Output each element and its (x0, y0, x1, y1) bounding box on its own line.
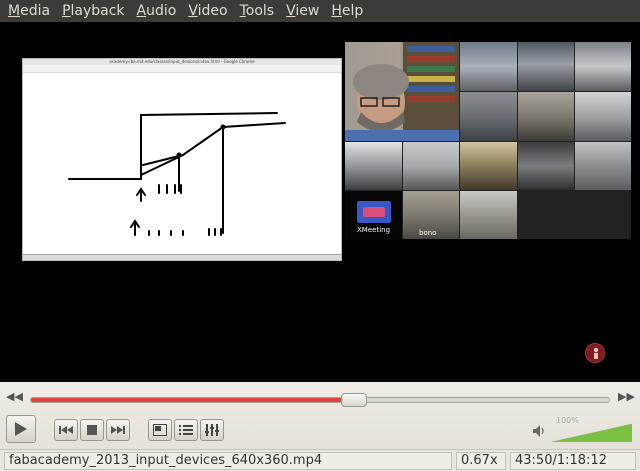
camera-bono: bono (403, 191, 459, 239)
playlist-icon (179, 425, 193, 435)
camera-site-2 (460, 42, 517, 91)
camera-site-11 (518, 142, 574, 190)
next-button[interactable] (106, 419, 130, 441)
camera-xmeeting: XMeeting (345, 191, 402, 239)
video-conference-grid: XMeeting bono (345, 42, 631, 239)
menu-view-rest: iew (295, 3, 320, 19)
camera-site-12 (575, 142, 631, 190)
xmeeting-label: XMeeting (357, 226, 391, 234)
shared-screen-taskbar (23, 254, 341, 260)
stop-icon (87, 425, 97, 435)
menu-video-mnemonic: V (188, 3, 198, 19)
camera-site-8 (345, 142, 402, 190)
shared-screen-toolbar (23, 65, 341, 73)
menu-playback-rest: layback (70, 3, 125, 19)
camera-site-5 (460, 92, 517, 141)
seek-bar-handle[interactable] (341, 393, 368, 407)
menu-tools-rest: ools (245, 3, 275, 19)
next-icon (111, 426, 125, 434)
camera-speaker (345, 42, 459, 141)
menu-help[interactable]: Help (325, 0, 369, 22)
shared-screen-image: academy.cba.mit.edu/classes/input_device… (22, 58, 342, 261)
seek-bar-progress (31, 398, 355, 402)
play-icon (15, 422, 27, 436)
menu-playback-mnemonic: P (62, 3, 71, 19)
extended-settings-button[interactable] (200, 419, 224, 441)
fullscreen-button[interactable] (148, 419, 172, 441)
menu-view-mnemonic: V (286, 3, 296, 19)
video-area[interactable]: academy.cba.mit.edu/classes/input_device… (0, 22, 640, 382)
camera-site-13 (460, 191, 517, 239)
menu-audio[interactable]: Audio (131, 0, 183, 22)
camera-site-4 (575, 42, 631, 91)
seek-forward-icon[interactable]: ▶▶ (618, 390, 635, 403)
menu-audio-rest: udio (146, 3, 177, 19)
xmeeting-logo (357, 201, 391, 223)
volume-control: 100% (530, 416, 634, 444)
bono-label: bono (419, 229, 437, 237)
menu-view[interactable]: View (280, 0, 325, 22)
menu-video[interactable]: Video (182, 0, 233, 22)
seek-row: ◀◀ ▶▶ (0, 387, 640, 407)
volume-slider[interactable] (552, 424, 632, 442)
camera-site-10 (460, 142, 517, 190)
menu-video-rest: ideo (197, 3, 228, 19)
seek-bar[interactable] (30, 393, 610, 407)
menu-media[interactable]: Media (2, 0, 56, 22)
previous-button[interactable] (54, 419, 78, 441)
whiteboard-drawing (68, 112, 286, 236)
seek-back-icon[interactable]: ◀◀ (6, 390, 23, 403)
speaker-figure (345, 42, 459, 141)
status-time[interactable]: 43:50/1:18:12 (510, 452, 636, 470)
camera-site-7 (575, 92, 631, 141)
figure-icon (593, 347, 599, 359)
status-speed[interactable]: 0.67x (456, 452, 506, 470)
previous-icon (59, 426, 73, 434)
menu-playback[interactable]: Playback (56, 0, 130, 22)
playlist-button[interactable] (174, 419, 198, 441)
camera-site-6 (518, 92, 574, 141)
stop-button[interactable] (80, 419, 104, 441)
menu-media-rest: edia (20, 3, 51, 19)
equalizer-icon (205, 424, 219, 436)
fullscreen-icon (153, 424, 167, 436)
menu-audio-mnemonic: A (136, 3, 147, 19)
menu-media-mnemonic: M (8, 3, 21, 19)
camera-site-9 (403, 142, 459, 190)
recording-badge-icon (585, 343, 605, 363)
speaker-icon[interactable] (532, 424, 546, 438)
menu-help-rest: elp (341, 3, 364, 19)
menu-tools[interactable]: Tools (234, 0, 281, 22)
status-bar: fabacademy_2013_input_devices_640x360.mp… (0, 449, 640, 471)
xmeeting-logo-inner (363, 207, 385, 217)
status-filename: fabacademy_2013_input_devices_640x360.mp… (4, 452, 452, 470)
menu-help-mnemonic: H (331, 3, 342, 19)
camera-site-3 (518, 42, 574, 91)
menu-bar: Media Playback Audio Video Tools View He… (0, 0, 640, 22)
play-button[interactable] (6, 415, 36, 443)
